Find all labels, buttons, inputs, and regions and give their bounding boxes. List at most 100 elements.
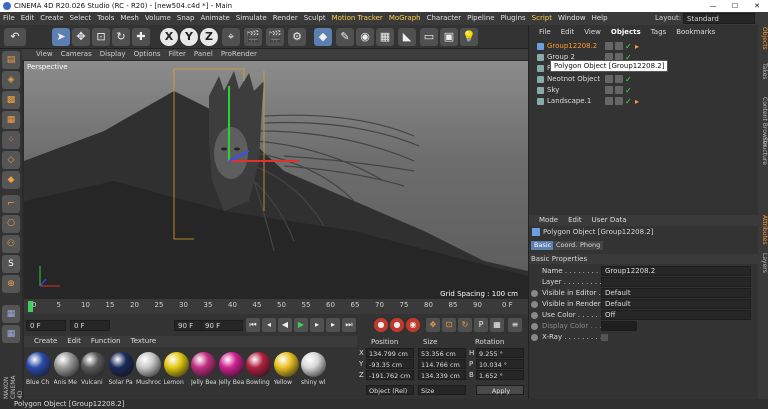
material-ball[interactable] [163, 352, 189, 377]
attr-radio[interactable] [531, 312, 538, 319]
key-pla-icon[interactable]: ▦ [490, 318, 504, 332]
key-position-icon[interactable]: ✥ [426, 318, 440, 332]
attr-menu-mode[interactable]: Mode [539, 216, 558, 224]
size-field[interactable]: 53.356 cm [418, 348, 466, 358]
3d-viewport[interactable]: Perspective Grid Spacing : 100 cm [24, 61, 528, 299]
menu-create[interactable]: Create [37, 12, 66, 25]
menu-snap[interactable]: Snap [174, 12, 198, 25]
objects-menu-edit[interactable]: Edit [561, 28, 575, 36]
object-name[interactable]: Group12208.2 [547, 41, 597, 52]
workplane-lock-icon[interactable]: ⊕ [2, 275, 20, 293]
menu-motion-tracker[interactable]: Motion Tracker [329, 12, 386, 25]
layout-select[interactable]: Standard [683, 13, 755, 24]
max-frame-field[interactable]: 90 F [201, 320, 243, 331]
deformer-icon[interactable]: ◣ [398, 28, 416, 46]
next-frame-icon[interactable]: ▸ [310, 318, 324, 332]
make-editable-icon[interactable]: ▤ [2, 51, 20, 69]
render-toggle[interactable] [615, 97, 623, 105]
side-tab[interactable]: Takes [758, 63, 768, 79]
texture-mode-icon[interactable]: ▩ [2, 91, 20, 109]
model-mode-icon[interactable]: ◈ [2, 71, 20, 89]
polygons-mode-icon[interactable]: ◆ [2, 171, 20, 189]
current-frame-field[interactable]: 0 F [26, 320, 66, 331]
menu-help[interactable]: Help [589, 12, 611, 25]
visibility-toggle[interactable] [605, 86, 613, 94]
prev-key-icon[interactable]: ◂ [262, 318, 276, 332]
menu-mesh[interactable]: Mesh [117, 12, 141, 25]
menu-select[interactable]: Select [67, 12, 95, 25]
enabled-check-icon[interactable]: ✓ [625, 41, 632, 52]
attr-radio[interactable] [531, 301, 538, 308]
size-field[interactable]: 114.766 cm [418, 359, 466, 369]
maximize-button[interactable]: ☐ [724, 0, 746, 12]
menu-plugins[interactable]: Plugins [498, 12, 529, 25]
render-view-icon[interactable]: 🎬 [244, 28, 262, 46]
undo-icon[interactable]: ↶ [4, 28, 26, 46]
enabled-check-icon[interactable]: ✓ [625, 96, 632, 107]
z-axis-lock-icon[interactable]: Z [200, 28, 218, 46]
x-axis-lock-icon[interactable]: X [160, 28, 178, 46]
visibility-toggle[interactable] [605, 75, 613, 83]
attr-value-field[interactable] [601, 277, 751, 287]
material-ball[interactable] [136, 352, 161, 377]
minimize-button[interactable]: — [702, 0, 724, 12]
edges-mode-icon[interactable]: ◇ [2, 151, 20, 169]
side-tab[interactable]: Layers [758, 253, 768, 273]
attr-radio[interactable] [531, 334, 538, 341]
y-axis-lock-icon[interactable]: Y [180, 28, 198, 46]
menu-file[interactable]: File [0, 12, 18, 25]
rotate-tool-icon[interactable]: ↻ [112, 28, 130, 46]
object-name[interactable]: Landscape.1 [547, 96, 591, 107]
objects-menu-bookmarks[interactable]: Bookmarks [676, 28, 715, 36]
menu-sculpt[interactable]: Sculpt [301, 12, 329, 25]
soft-selection-icon[interactable]: ⚇ [2, 235, 20, 253]
material-menu-function[interactable]: Function [91, 337, 121, 345]
size-field[interactable]: 134.339 cm [418, 370, 466, 380]
material-ball[interactable] [301, 352, 326, 377]
select-tool-icon[interactable]: ➤ [52, 28, 70, 46]
x-ray-checkbox[interactable] [601, 334, 608, 341]
phong-tag-icon[interactable]: ▸ [635, 41, 639, 52]
attr-value-field[interactable]: Default [601, 288, 751, 298]
viewport-menu-cameras[interactable]: Cameras [61, 50, 92, 58]
rotation-field[interactable]: 1.652 ° [476, 370, 524, 380]
record-icon[interactable]: ● [374, 318, 388, 332]
menu-edit[interactable]: Edit [18, 12, 38, 25]
move-tool-icon[interactable]: ✥ [72, 28, 90, 46]
material-ball[interactable] [53, 352, 79, 377]
render-toggle[interactable] [615, 75, 623, 83]
material-ball[interactable] [218, 352, 244, 377]
workplane-mode-icon[interactable]: ▦ [2, 111, 20, 129]
viewport-menu-filter[interactable]: Filter [169, 50, 186, 58]
attr-value-field[interactable] [601, 321, 637, 331]
object-row[interactable]: Group12208.2 ✓ ▸ [529, 41, 759, 52]
object-row[interactable]: Sky ✓ [529, 85, 759, 96]
enabled-check-icon[interactable]: ✓ [625, 74, 632, 85]
attr-value-field[interactable]: Group12208.2 [601, 266, 751, 276]
position-field[interactable]: 134.799 cm [366, 348, 414, 358]
object-name[interactable]: Sky [547, 85, 559, 96]
goto-end-icon[interactable]: ⏭ [342, 318, 356, 332]
object-row[interactable]: Landscape.1 ✓ ▸ [529, 96, 759, 107]
key-parameter-icon[interactable]: P [474, 318, 488, 332]
material-ball[interactable] [26, 352, 51, 377]
next-key-icon[interactable]: ▸ [326, 318, 340, 332]
coord-mode-select[interactable]: Object (Rel) [366, 385, 414, 395]
autokey-icon[interactable]: ● [390, 318, 404, 332]
attr-menu-user-data[interactable]: User Data [592, 216, 627, 224]
viewport-menu-prorender[interactable]: ProRender [221, 50, 257, 58]
material-ball[interactable] [273, 352, 299, 377]
keyframe-selection-icon[interactable]: ◉ [406, 318, 420, 332]
cube-primitive-icon[interactable]: ◆ [314, 28, 332, 46]
visibility-toggle[interactable] [605, 97, 613, 105]
attr-radio[interactable] [531, 323, 538, 330]
axis-mode-icon[interactable]: ⌐ [2, 195, 20, 213]
tweak-mode-icon[interactable]: ⎔ [2, 215, 20, 233]
snap-icon[interactable]: S [2, 255, 20, 273]
menu-character[interactable]: Character [424, 12, 465, 25]
live-selection-icon[interactable]: ✚ [132, 28, 150, 46]
timeline-ruler[interactable]: 0 5 10 15 20 25 30 35 40 45 50 55 60 65 70 75 80 85 90 0 F [24, 299, 528, 314]
objects-menu-view[interactable]: View [584, 28, 601, 36]
menu-mograph[interactable]: MoGraph [386, 12, 424, 25]
goto-start-icon[interactable]: ⏮ [246, 318, 260, 332]
